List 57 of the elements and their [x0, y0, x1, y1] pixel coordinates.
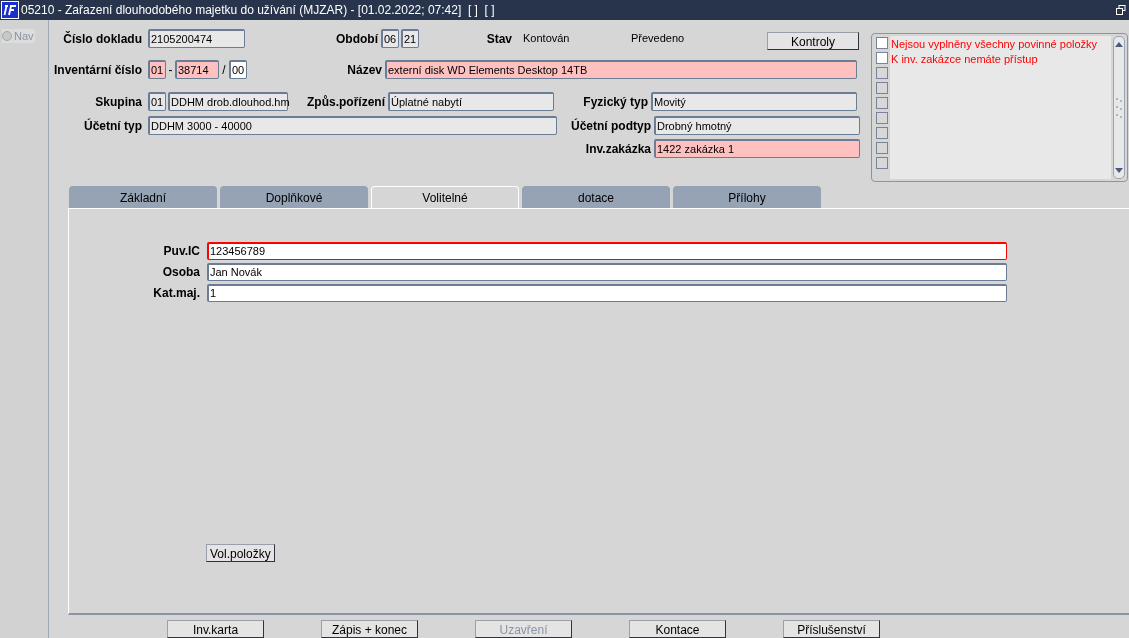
app-logo-icon: [1, 1, 19, 19]
scroll-down-icon[interactable]: [1115, 168, 1123, 174]
input-field[interactable]: 21: [401, 29, 419, 48]
action-button[interactable]: Zápis + konec: [321, 620, 418, 638]
restore-window-icon[interactable]: [1116, 5, 1126, 15]
field-label: Stav: [486, 30, 512, 48]
field-label: Název: [347, 61, 382, 79]
input-field[interactable]: 06: [381, 29, 399, 48]
action-button[interactable]: Inv.karta: [167, 620, 264, 638]
tab[interactable]: Volitelné: [371, 186, 519, 208]
scroll-up-icon[interactable]: [1115, 41, 1123, 47]
tab[interactable]: Základní: [69, 186, 217, 208]
field-label: Puv.IC: [163, 243, 200, 260]
field-label: Způs.pořízení: [307, 93, 385, 111]
field-label: Fyzický typ: [583, 93, 648, 111]
row-checkbox[interactable]: [876, 37, 888, 49]
row-checkbox[interactable]: [876, 52, 888, 64]
input-field[interactable]: 01: [148, 92, 166, 111]
input-field[interactable]: Movitý: [651, 92, 857, 111]
separator-text: /: [221, 61, 227, 79]
input-field[interactable]: 1422 zakázka 1: [654, 139, 860, 158]
field-label: Účetní podtyp: [571, 117, 651, 135]
window-title: 05210 - Zařazení dlouhodobého majetku do užívání (MJZAR) - [01.02.2022; 07:42] [ ] [ ]: [21, 2, 495, 19]
status-text: Převedeno: [631, 31, 686, 47]
field-label: Inventární číslo: [53, 61, 142, 79]
status-text: Kontován: [523, 31, 571, 47]
action-button[interactable]: Kontroly: [767, 31, 859, 50]
field-label: Skupina: [95, 93, 142, 111]
action-button[interactable]: Kontace: [629, 620, 726, 638]
input-field[interactable]: 01: [148, 60, 166, 79]
message-text: Nejsou vyplněny všechny povinné položky: [891, 37, 1099, 51]
input-field[interactable]: Jan Novák: [207, 263, 1007, 281]
scroll-grip-icon: [1116, 96, 1122, 119]
input-field[interactable]: DDHM drob.dlouhod.hm: [168, 92, 288, 111]
input-field[interactable]: Drobný hmotný: [654, 116, 860, 135]
field-label: Inv.zakázka: [585, 140, 651, 158]
scrollbar[interactable]: [1113, 36, 1125, 179]
separator-text: -: [167, 61, 174, 79]
input-field[interactable]: 00: [229, 60, 247, 79]
input-field[interactable]: 1: [207, 284, 1007, 302]
input-field[interactable]: 123456789: [207, 242, 1007, 260]
tab[interactable]: dotace: [522, 186, 670, 208]
field-label: Číslo dokladu: [63, 30, 142, 48]
field-label: Osoba: [162, 264, 200, 281]
field-label: Účetní typ: [84, 117, 142, 135]
tab[interactable]: Přílohy: [673, 186, 821, 208]
input-field[interactable]: Úplatné nabytí: [388, 92, 554, 111]
input-field[interactable]: DDHM 3000 - 40000: [148, 116, 557, 135]
action-button[interactable]: Příslušenství: [783, 620, 880, 638]
input-field[interactable]: 38714: [175, 60, 219, 79]
input-field[interactable]: externí disk WD Elements Desktop 14TB: [385, 60, 857, 79]
tab[interactable]: Doplňkové: [220, 186, 368, 208]
input-field[interactable]: 2105200474: [148, 29, 245, 48]
field-label: Kat.maj.: [153, 285, 200, 302]
message-text: K inv. zakázce nemáte přístup: [891, 52, 1039, 66]
field-label: Období: [336, 30, 378, 48]
action-button[interactable]: Vol.položky: [206, 544, 275, 562]
